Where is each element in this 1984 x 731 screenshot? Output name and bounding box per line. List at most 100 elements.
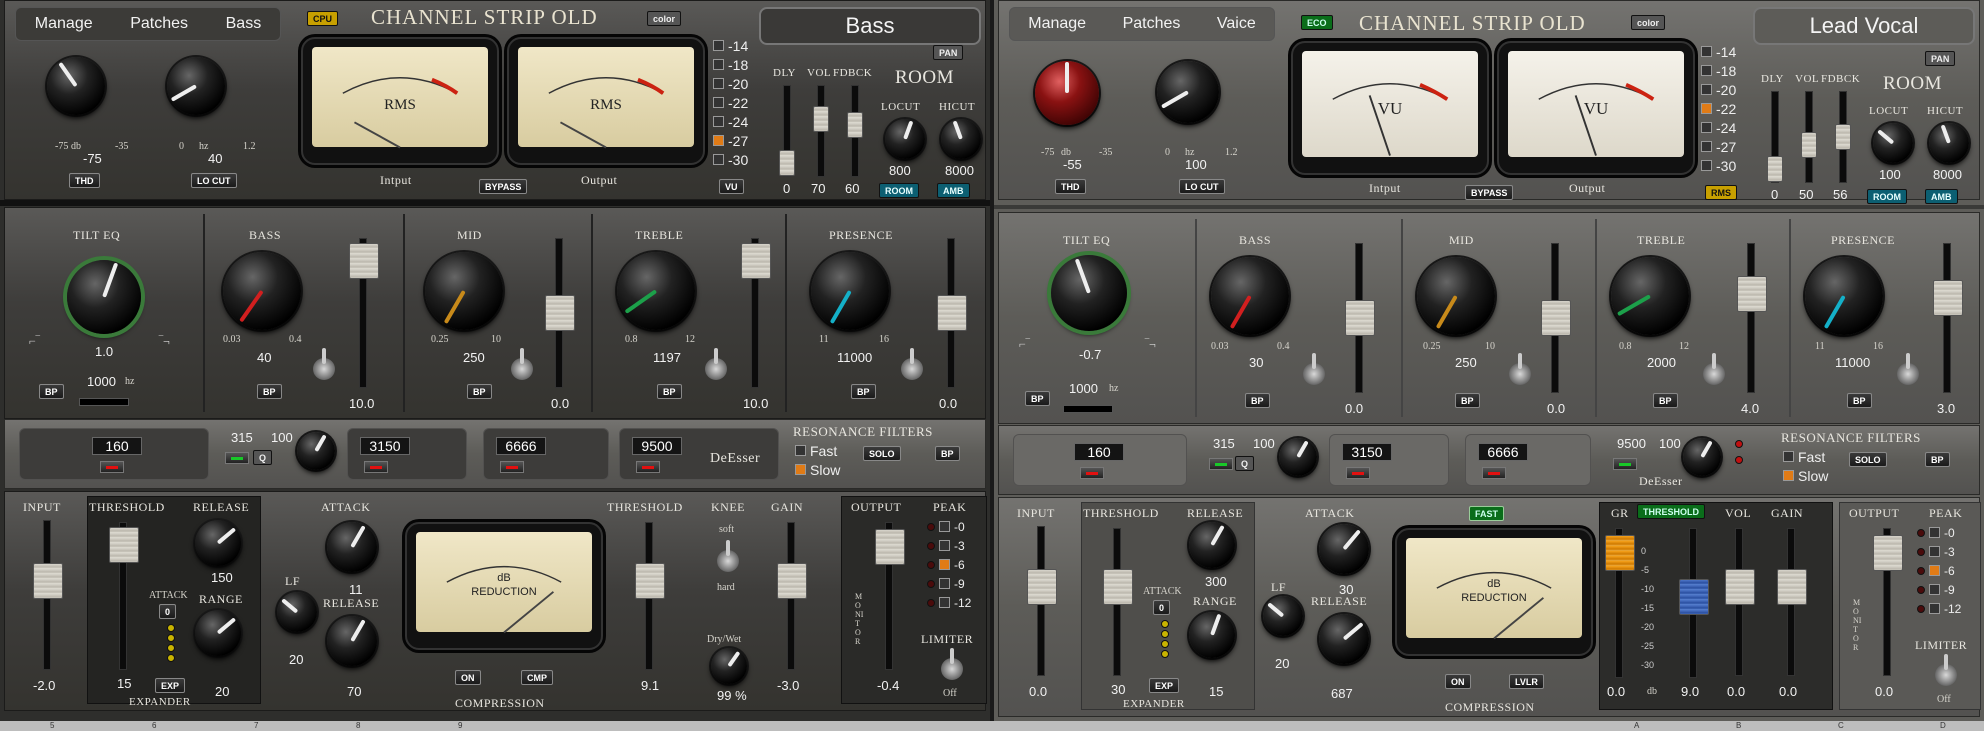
bass-shape-toggle[interactable] <box>1303 353 1325 385</box>
vol-fader[interactable] <box>813 85 829 177</box>
comp-threshold-fader[interactable] <box>635 522 665 670</box>
output-fader[interactable] <box>1873 528 1903 676</box>
room-button[interactable]: ROOM <box>1867 189 1907 204</box>
peak-option[interactable]: -0 <box>927 518 971 535</box>
solo-button[interactable]: SOLO <box>1849 452 1887 467</box>
tilt-bp-button[interactable]: BP <box>1025 391 1050 406</box>
exp-button[interactable]: EXP <box>155 678 186 693</box>
level-option[interactable]: -27 <box>1701 138 1736 155</box>
res-q-knob[interactable] <box>297 432 335 470</box>
presence-freq-knob[interactable] <box>1805 257 1883 335</box>
thd-button[interactable]: THD <box>69 173 100 188</box>
presence-bp-button[interactable]: BP <box>1847 393 1872 408</box>
expander-threshold-fader[interactable] <box>109 522 139 670</box>
dly-fader[interactable] <box>779 85 795 177</box>
solo-button[interactable]: SOLO <box>863 446 901 461</box>
thd-button[interactable]: THD <box>1055 179 1086 194</box>
mid-bp-button[interactable]: BP <box>1455 393 1480 408</box>
vol-fader[interactable] <box>1725 528 1755 676</box>
res-freq[interactable]: 160 <box>92 437 142 455</box>
treble-shape-toggle[interactable] <box>705 348 727 380</box>
preset-name[interactable]: Lead Vocal <box>1753 7 1975 45</box>
mid-gain-fader[interactable] <box>545 238 575 388</box>
locut-knob[interactable] <box>1873 123 1913 163</box>
input-fader[interactable] <box>33 520 63 670</box>
mid-gain-fader[interactable] <box>1541 243 1571 393</box>
bass-bp-button[interactable]: BP <box>257 384 282 399</box>
bypass-button[interactable]: BYPASS <box>479 179 528 194</box>
expander-threshold-fader[interactable] <box>1103 528 1133 676</box>
deesser-knob[interactable] <box>1683 438 1721 476</box>
menu-manage[interactable]: Manage <box>35 15 93 33</box>
preset-name[interactable]: Bass <box>759 7 981 45</box>
makeup-gain-fader[interactable] <box>777 522 807 670</box>
presence-shape-toggle[interactable] <box>901 348 923 380</box>
eco-badge[interactable]: ECO <box>1301 15 1333 30</box>
mid-bp-button[interactable]: BP <box>467 384 492 399</box>
fdbck-fader[interactable] <box>847 85 863 177</box>
tilt-bp-button[interactable]: BP <box>39 384 64 399</box>
amb-button[interactable]: AMB <box>937 183 970 198</box>
color-button[interactable]: color <box>1631 15 1666 30</box>
peak-option[interactable]: -12 <box>1917 600 1961 617</box>
peak-option[interactable]: -9 <box>927 575 971 592</box>
knee-toggle[interactable] <box>717 540 739 572</box>
locut-button[interactable]: LO CUT <box>191 173 237 188</box>
bass-freq-knob[interactable] <box>1211 257 1289 335</box>
lf-knob[interactable] <box>1263 596 1303 636</box>
res-enable-button[interactable] <box>1482 467 1506 479</box>
hicut-knob[interactable] <box>941 119 981 159</box>
peak-option[interactable]: -9 <box>1917 581 1961 598</box>
treble-bp-button[interactable]: BP <box>1653 393 1678 408</box>
treble-freq-knob[interactable] <box>617 252 695 330</box>
res-freq[interactable]: 9500 <box>632 437 682 455</box>
level-option[interactable]: -14 <box>713 37 748 54</box>
peak-option[interactable]: -12 <box>927 594 971 611</box>
drywet-knob[interactable] <box>711 648 747 684</box>
menu-instrument[interactable]: Bass <box>226 15 262 33</box>
slow-option[interactable]: Slow <box>1783 467 1828 484</box>
level-option[interactable]: -20 <box>713 75 748 92</box>
res-freq[interactable]: 9500 <box>1617 436 1646 451</box>
res-enable-button[interactable] <box>1080 467 1104 479</box>
range-knob[interactable] <box>1189 612 1235 658</box>
level-option[interactable]: -18 <box>1701 62 1736 79</box>
menu-manage[interactable]: Manage <box>1028 15 1086 33</box>
bass-bp-button[interactable]: BP <box>1245 393 1270 408</box>
release-knob2[interactable] <box>1319 614 1369 664</box>
res-bp-button[interactable]: BP <box>935 446 960 461</box>
locut-knob[interactable] <box>885 119 925 159</box>
menu-patches[interactable]: Patches <box>130 15 188 33</box>
attack-value[interactable]: 0 <box>1153 600 1171 615</box>
comp-on-button[interactable]: ON <box>455 670 481 685</box>
mid-shape-toggle[interactable] <box>1509 353 1531 385</box>
res-enable-button[interactable] <box>100 461 124 473</box>
attack-knob[interactable] <box>327 522 377 572</box>
limiter-toggle[interactable] <box>1935 654 1957 686</box>
presence-shape-toggle[interactable] <box>1897 353 1919 385</box>
level-option[interactable]: -30 <box>1701 157 1736 174</box>
tilt-eq-knob[interactable] <box>67 260 141 334</box>
input-fader[interactable] <box>1027 526 1057 676</box>
res-freq[interactable]: 3150 <box>1342 443 1392 461</box>
amb-button[interactable]: AMB <box>1925 189 1958 204</box>
mid-shape-toggle[interactable] <box>511 348 533 380</box>
res-freq[interactable]: 315 <box>1213 436 1235 451</box>
res-enable-button[interactable] <box>1209 458 1233 470</box>
peak-option[interactable]: -6 <box>1917 562 1961 579</box>
fdbck-fader[interactable] <box>1835 91 1851 183</box>
res-freq[interactable]: 160 <box>1074 443 1124 461</box>
treble-gain-fader[interactable] <box>741 238 771 388</box>
menu-instrument[interactable]: Vaice <box>1217 15 1256 33</box>
res-q-knob[interactable] <box>1279 438 1317 476</box>
peak-option[interactable]: -3 <box>1917 543 1961 560</box>
comp-mode-button[interactable]: CMP <box>521 670 553 685</box>
input-gain-knob[interactable] <box>1035 61 1099 125</box>
level-option[interactable]: -30 <box>713 151 748 168</box>
bass-shape-toggle[interactable] <box>313 348 335 380</box>
presence-bp-button[interactable]: BP <box>851 384 876 399</box>
level-option[interactable]: -20 <box>1701 81 1736 98</box>
res-freq[interactable]: 315 <box>231 430 253 445</box>
res-freq[interactable]: 6666 <box>496 437 546 455</box>
res-freq[interactable]: 6666 <box>1478 443 1528 461</box>
